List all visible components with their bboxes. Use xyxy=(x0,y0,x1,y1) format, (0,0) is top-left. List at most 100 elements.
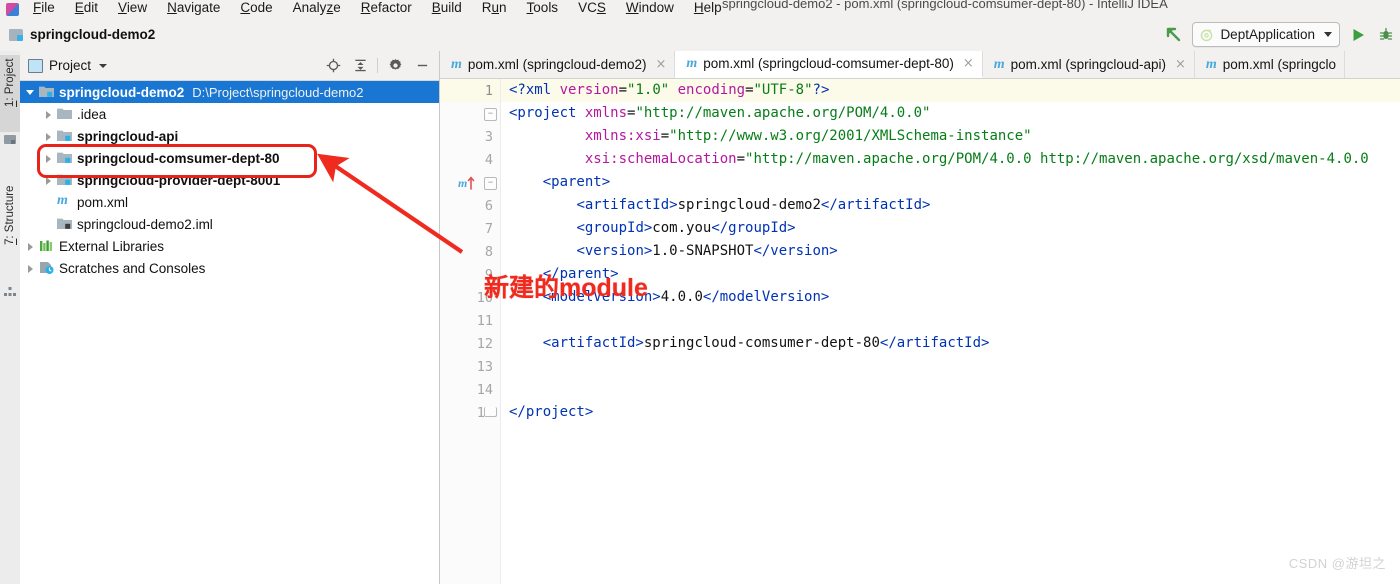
code-line[interactable]: <version>1.0-SNAPSHOT</version> xyxy=(501,240,1400,263)
project-pane-title[interactable]: Project xyxy=(28,58,108,73)
maven-reload-icon[interactable]: m xyxy=(458,175,478,194)
code-token: = xyxy=(745,82,754,98)
menu-item-code[interactable]: Code xyxy=(230,0,282,17)
close-icon[interactable]: × xyxy=(655,58,666,71)
code-token: = xyxy=(618,82,628,98)
locate-icon[interactable] xyxy=(320,54,346,78)
maven-m-icon: m xyxy=(993,57,1005,72)
run-configuration-selector[interactable]: DeptApplication xyxy=(1192,22,1340,47)
menu-item-file[interactable]: File xyxy=(23,0,65,17)
menu-item-refactor[interactable]: Refactor xyxy=(351,0,422,17)
tree-row[interactable]: springcloud-comsumer-dept-80 xyxy=(20,147,439,169)
chevron-right-icon[interactable] xyxy=(44,132,53,141)
menu-item-window[interactable]: Window xyxy=(616,0,684,17)
code-token: = xyxy=(660,128,670,144)
chevron-right-icon[interactable] xyxy=(26,264,35,273)
menubar[interactable]: File Edit View Navigate Code Analyze Refactor B… xyxy=(23,0,732,18)
editor-tab-bar[interactable]: m pom.xml (springcloud-demo2) × m pom.xml (s… xyxy=(440,51,1400,79)
close-icon[interactable]: × xyxy=(963,57,974,70)
code-line[interactable]: <?xml version="1.0" encoding="UTF-8"?> xyxy=(501,79,1400,102)
tree-row-label: pom.xml xyxy=(77,194,129,210)
menu-item-build[interactable]: Build xyxy=(422,0,472,17)
editor-tab-label: pom.xml (springcloud-demo2) xyxy=(467,57,647,72)
tree-row[interactable]: springcloud-provider-dept-8001 xyxy=(20,169,439,191)
fold-collapse-icon[interactable]: − xyxy=(484,108,497,121)
tree-row[interactable]: springcloud-demo2.iml xyxy=(20,213,439,235)
chevron-right-icon[interactable] xyxy=(44,154,53,163)
code-line[interactable]: </project> xyxy=(501,401,1400,424)
module-folder-icon xyxy=(39,85,54,99)
module-folder-icon xyxy=(57,129,72,143)
close-icon[interactable]: × xyxy=(1175,58,1186,71)
menu-item-run[interactable]: Run xyxy=(472,0,517,17)
editor-gutter[interactable]: 123456789101112131415−−m xyxy=(440,79,501,584)
code-token: </groupId> xyxy=(711,220,796,236)
editor-code-area[interactable]: 123456789101112131415−−m <?xml version="… xyxy=(440,79,1400,584)
tree-row[interactable]: .idea xyxy=(20,103,439,125)
tree-row[interactable]: springcloud-demo2 D:\Project\springcloud-… xyxy=(20,81,439,103)
editor-tab[interactable]: m pom.xml (springcloud-demo2) × xyxy=(440,51,676,78)
code-line[interactable]: <parent> xyxy=(501,171,1400,194)
tree-row[interactable]: springcloud-api xyxy=(20,125,439,147)
code-line[interactable]: <groupId>com.you</groupId> xyxy=(501,217,1400,240)
tree-row[interactable]: Scratches and Consoles xyxy=(20,257,439,279)
code-token: <artifactId> xyxy=(542,335,644,351)
menu-item-edit[interactable]: Edit xyxy=(65,0,108,17)
fold-end-icon[interactable] xyxy=(484,407,497,417)
chevron-down-icon[interactable] xyxy=(26,88,35,97)
project-tree[interactable]: springcloud-demo2 D:\Project\springcloud-… xyxy=(20,81,439,584)
chevron-right-icon[interactable] xyxy=(44,176,53,185)
chevron-right-icon[interactable] xyxy=(44,110,53,119)
fold-collapse-icon[interactable]: − xyxy=(484,177,497,190)
editor-tab[interactable]: m pom.xml (springclo xyxy=(1194,51,1346,78)
breadcrumb[interactable]: springcloud-demo2 xyxy=(0,27,155,42)
hide-tool-window-icon[interactable] xyxy=(409,54,435,78)
code-token: xmlns:xsi xyxy=(584,128,661,144)
editor-code[interactable]: <?xml version="1.0" encoding="UTF-8"?> <p… xyxy=(501,79,1400,584)
chevron-right-icon[interactable] xyxy=(26,242,35,251)
code-line[interactable]: <artifactId>springcloud-demo2</artifactI… xyxy=(501,194,1400,217)
menu-item-navigate[interactable]: Navigate xyxy=(157,0,230,17)
tool-window-tab-label: 7: Structure xyxy=(4,186,16,246)
menu-item-view[interactable]: View xyxy=(108,0,157,17)
menu-item-analyze[interactable]: Analyze xyxy=(283,0,351,17)
code-line[interactable] xyxy=(501,309,1400,332)
settings-gear-icon[interactable] xyxy=(382,54,408,78)
code-line[interactable]: xmlns:xsi="http://www.w3.org/2001/XMLSch… xyxy=(501,125,1400,148)
tree-row[interactable]: m pom.xml xyxy=(20,191,439,213)
tree-row-label: springcloud-provider-dept-8001 xyxy=(77,172,281,188)
code-line[interactable]: <project xmlns="http://maven.apache.org/… xyxy=(501,102,1400,125)
collapse-all-icon[interactable] xyxy=(347,54,373,78)
run-play-icon[interactable] xyxy=(1348,24,1368,46)
intellij-idea-icon xyxy=(6,3,19,16)
tool-window-tab-structure[interactable]: 7: Structure xyxy=(0,183,20,284)
menu-item-vcs[interactable]: VCS xyxy=(568,0,616,17)
module-folder-icon xyxy=(9,28,23,41)
editor-tab[interactable]: m pom.xml (springcloud-api) × xyxy=(982,51,1195,78)
code-token: ?> xyxy=(812,82,830,98)
tree-row-label: Scratches and Consoles xyxy=(59,260,206,276)
line-number: 14 xyxy=(476,381,493,398)
editor-area: m pom.xml (springcloud-demo2) × m pom.xml (s… xyxy=(440,51,1400,584)
tree-row[interactable]: External Libraries xyxy=(20,235,439,257)
breadcrumb-label: springcloud-demo2 xyxy=(30,27,156,42)
line-number: 1 xyxy=(440,79,500,102)
debug-icon[interactable] xyxy=(1376,24,1396,46)
run-toolbar: DeptApplication xyxy=(1162,18,1400,51)
run-configuration-label: DeptApplication xyxy=(1220,27,1315,42)
maven-m-icon: m xyxy=(57,193,68,208)
navigate-back-icon[interactable] xyxy=(1162,24,1184,46)
tool-window-tab-project[interactable]: 1: Project xyxy=(0,55,20,132)
code-line[interactable]: xsi:schemaLocation="http://maven.apache.… xyxy=(501,148,1400,171)
code-line[interactable] xyxy=(501,355,1400,378)
editor-tab[interactable]: m pom.xml (springcloud-comsumer-dept-80) × xyxy=(675,51,983,78)
menu-item-tools[interactable]: Tools xyxy=(517,0,569,17)
maven-m-icon: m xyxy=(451,57,462,72)
code-line[interactable] xyxy=(501,378,1400,401)
chevron-down-icon xyxy=(1324,32,1332,37)
navigation-toolbar: springcloud-demo2 DeptApplication xyxy=(0,18,1400,52)
code-line[interactable]: <artifactId>springcloud-comsumer-dept-80… xyxy=(501,332,1400,355)
project-view-icon xyxy=(28,58,43,73)
